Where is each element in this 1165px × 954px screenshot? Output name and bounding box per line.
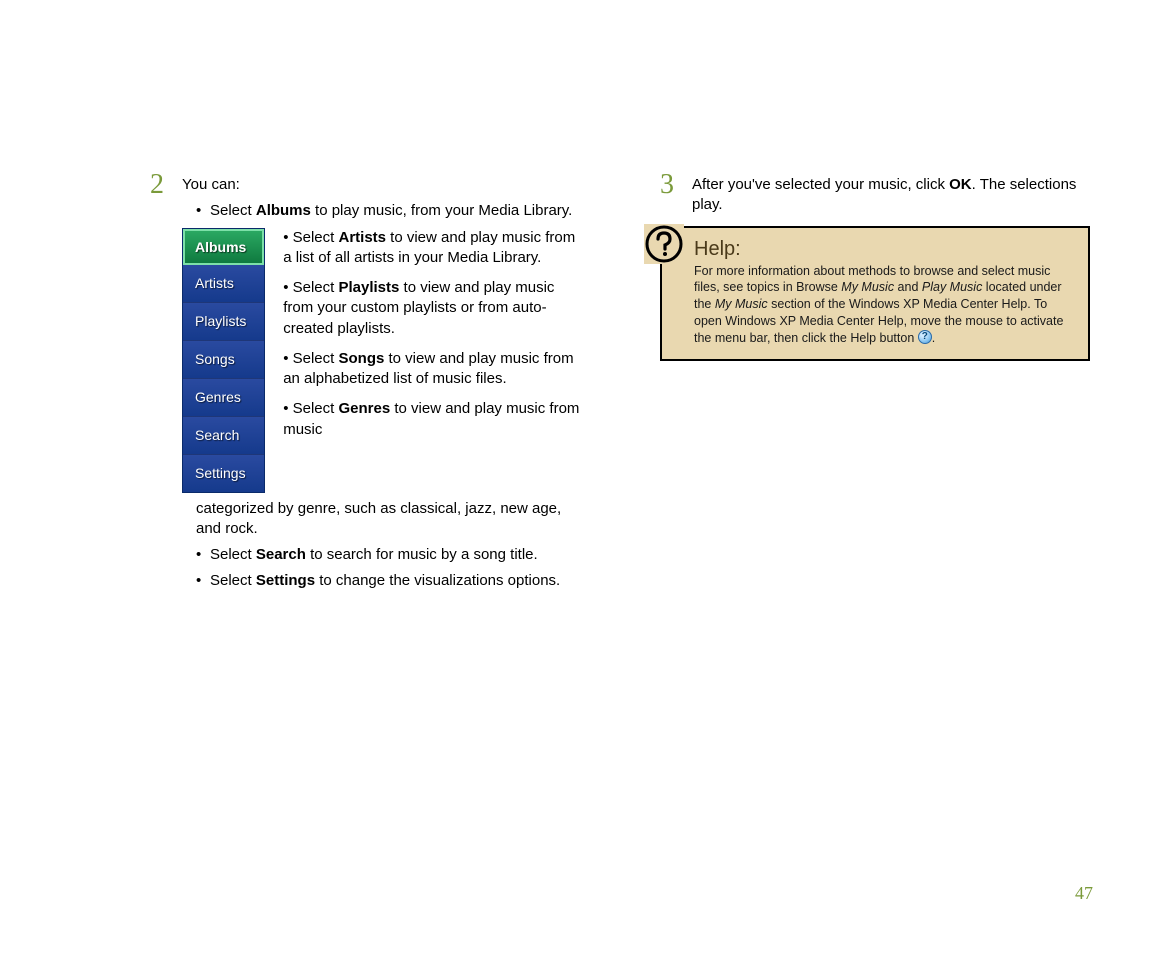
step-2-intro: You can: <box>182 176 240 193</box>
step-2-body: You can: Select Albums to play music, fr… <box>182 175 580 598</box>
bullet-albums: Select Albums to play music, from your M… <box>196 201 580 221</box>
left-column: 2 You can: Select Albums to play music, … <box>150 175 580 606</box>
menu-item-albums[interactable]: Albums <box>183 229 264 266</box>
text: Select <box>210 202 256 219</box>
bold-artists: Artists <box>338 229 386 246</box>
step-3-body: After you've selected your music, click … <box>692 175 1090 216</box>
text: . <box>932 331 935 345</box>
text: to play music, from your Media Library. <box>311 202 572 219</box>
menu-item-genres[interactable]: Genres <box>183 379 264 417</box>
text: and <box>894 280 922 294</box>
step-number-3: 3 <box>660 171 678 216</box>
inline-bullets: • Select Artists to view and play music … <box>283 228 580 493</box>
help-text: For more information about methods to br… <box>694 263 1074 347</box>
text: • Select <box>283 279 338 296</box>
text: • Select <box>283 350 338 367</box>
bullet-playlists: • Select Playlists to view and play musi… <box>283 278 580 339</box>
menu-and-inline-wrap: Albums Artists Playlists Songs Genres Se… <box>182 228 580 493</box>
text: to search for music by a song title. <box>306 546 538 563</box>
italic-play-music: Play Music <box>922 280 982 294</box>
menu-item-artists[interactable]: Artists <box>183 265 264 303</box>
text: • Select <box>283 229 338 246</box>
menu-item-songs[interactable]: Songs <box>183 341 264 379</box>
text: to change the visualizations options. <box>315 572 560 589</box>
document-page: 2 You can: Select Albums to play music, … <box>0 0 1165 606</box>
bold-playlists: Playlists <box>338 279 399 296</box>
text: Select <box>210 572 256 589</box>
bold-albums: Albums <box>256 202 311 219</box>
bullet-list-top: Select Albums to play music, from your M… <box>182 201 580 221</box>
italic-my-music: My Music <box>841 280 894 294</box>
menu-item-settings[interactable]: Settings <box>183 455 264 492</box>
bold-genres: Genres <box>338 400 390 417</box>
bullet-genres-continuation: categorized by genre, such as classical,… <box>196 499 580 540</box>
bullet-search: Select Search to search for music by a s… <box>196 545 580 565</box>
bold-settings: Settings <box>256 572 315 589</box>
question-mark-icon <box>644 224 684 264</box>
help-content: Help: For more information about methods… <box>694 238 1074 347</box>
bullet-songs: • Select Songs to view and play music fr… <box>283 349 580 390</box>
italic-my-music-2: My Music <box>715 297 768 311</box>
help-box: Help: For more information about methods… <box>660 226 1090 361</box>
bold-songs: Songs <box>338 350 384 367</box>
text: After you've selected your music, click <box>692 176 949 193</box>
bullet-list-bottom: Select Search to search for music by a s… <box>182 545 580 592</box>
step-2: 2 You can: Select Albums to play music, … <box>150 175 580 598</box>
bold-search: Search <box>256 546 306 563</box>
help-title: Help: <box>694 238 1074 261</box>
text: • Select <box>283 400 338 417</box>
media-center-menu: Albums Artists Playlists Songs Genres Se… <box>182 228 265 493</box>
menu-item-playlists[interactable]: Playlists <box>183 303 264 341</box>
right-column: 3 After you've selected your music, clic… <box>660 175 1090 606</box>
text: Select <box>210 546 256 563</box>
page-number: 47 <box>1075 883 1093 904</box>
step-3: 3 After you've selected your music, clic… <box>660 175 1090 216</box>
bold-ok: OK <box>949 176 972 193</box>
menu-item-search[interactable]: Search <box>183 417 264 455</box>
bullet-artists: • Select Artists to view and play music … <box>283 228 580 269</box>
bullet-settings: Select Settings to change the visualizat… <box>196 571 580 591</box>
bullet-genres-top: • Select Genres to view and play music f… <box>283 399 580 440</box>
step-number-2: 2 <box>150 171 168 598</box>
help-button-icon <box>918 330 932 344</box>
